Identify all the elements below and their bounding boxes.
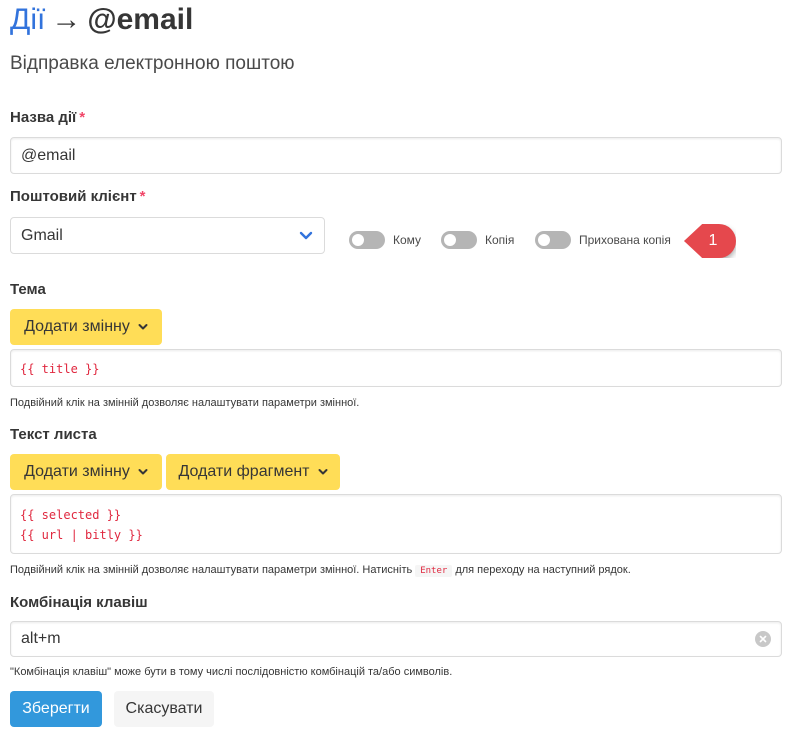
code-line[interactable]: {{ url | bitly }} bbox=[20, 525, 772, 545]
required-mark: * bbox=[79, 109, 86, 126]
breadcrumb-actions-link[interactable]: Дії bbox=[10, 3, 45, 36]
add-fragment-label: Додати фрагмент bbox=[178, 463, 310, 480]
required-mark: * bbox=[139, 188, 146, 205]
toggle-bcc-switch[interactable] bbox=[535, 231, 571, 249]
body-help-text: Подвійний клік на змінній дозволяє налаш… bbox=[10, 563, 631, 578]
action-name-title: @email bbox=[87, 3, 194, 36]
body-editor[interactable]: {{ selected }} {{ url | bitly }} bbox=[10, 494, 782, 554]
save-button[interactable]: Зберегти bbox=[10, 691, 102, 727]
body-help-before: Подвійний клік на змінній дозволяє налаш… bbox=[10, 564, 413, 576]
code-line[interactable]: {{ selected }} bbox=[20, 505, 772, 525]
toggle-cc-label: Копія bbox=[485, 233, 515, 247]
page-subtitle: Відправка електронною поштою bbox=[10, 53, 295, 74]
annotation-marker-number: 1 bbox=[708, 232, 718, 249]
shortcut-input[interactable]: alt+m bbox=[10, 621, 782, 657]
toggle-to-label: Кому bbox=[393, 233, 422, 247]
clear-icon[interactable] bbox=[755, 631, 771, 647]
enter-key-hint: Enter bbox=[415, 565, 453, 577]
subject-add-variable-button[interactable]: Додати змінну bbox=[10, 309, 162, 345]
mail-client-label-text: Поштовий клієнт bbox=[10, 188, 137, 205]
chevron-down-icon bbox=[298, 228, 314, 244]
mail-client-selected: Gmail bbox=[21, 226, 63, 244]
toggle-cc-switch[interactable] bbox=[441, 231, 477, 249]
action-name-label-text: Назва дії bbox=[10, 109, 77, 126]
toggle-to[interactable]: Кому bbox=[349, 231, 421, 249]
cancel-button[interactable]: Скасувати bbox=[114, 691, 214, 727]
body-label: Текст листа bbox=[10, 426, 97, 443]
annotation-marker: 1 bbox=[684, 224, 736, 258]
toggle-bcc-label: Прихована копія bbox=[579, 233, 671, 247]
subject-label: Тема bbox=[10, 281, 46, 298]
toggle-bcc[interactable]: Прихована копія bbox=[535, 231, 671, 249]
subject-help-text: Подвійний клік на змінній дозволяє налаш… bbox=[10, 397, 360, 409]
action-name-value: @email bbox=[21, 146, 76, 164]
action-name-label: Назва дії * bbox=[10, 108, 85, 128]
add-variable-label: Додати змінну bbox=[24, 463, 130, 480]
caret-down-icon bbox=[318, 467, 328, 477]
shortcut-value: alt+m bbox=[21, 630, 61, 647]
mail-client-select[interactable]: Gmail bbox=[10, 217, 325, 254]
action-name-input[interactable]: @email bbox=[10, 137, 782, 174]
shortcut-help-text: "Комбінація клавіш" може бути в тому чис… bbox=[10, 666, 453, 678]
caret-down-icon bbox=[138, 467, 148, 477]
shortcut-label: Комбінація клавіш bbox=[10, 594, 148, 611]
add-variable-label: Додати змінну bbox=[24, 318, 130, 335]
toggle-to-switch[interactable] bbox=[349, 231, 385, 249]
breadcrumb-arrow: → bbox=[51, 3, 82, 36]
mail-client-label: Поштовий клієнт * bbox=[10, 187, 146, 207]
body-add-variable-button[interactable]: Додати змінну bbox=[10, 454, 162, 490]
subject-editor[interactable]: {{ title }} bbox=[10, 349, 782, 387]
body-add-fragment-button[interactable]: Додати фрагмент bbox=[166, 454, 340, 490]
page-title: Дії → @email bbox=[10, 2, 193, 38]
body-help-after: для переходу на наступний рядок. bbox=[455, 564, 631, 576]
code-line[interactable]: {{ title }} bbox=[20, 359, 772, 379]
toggle-cc[interactable]: Копія bbox=[441, 231, 514, 249]
caret-down-icon bbox=[138, 322, 148, 332]
